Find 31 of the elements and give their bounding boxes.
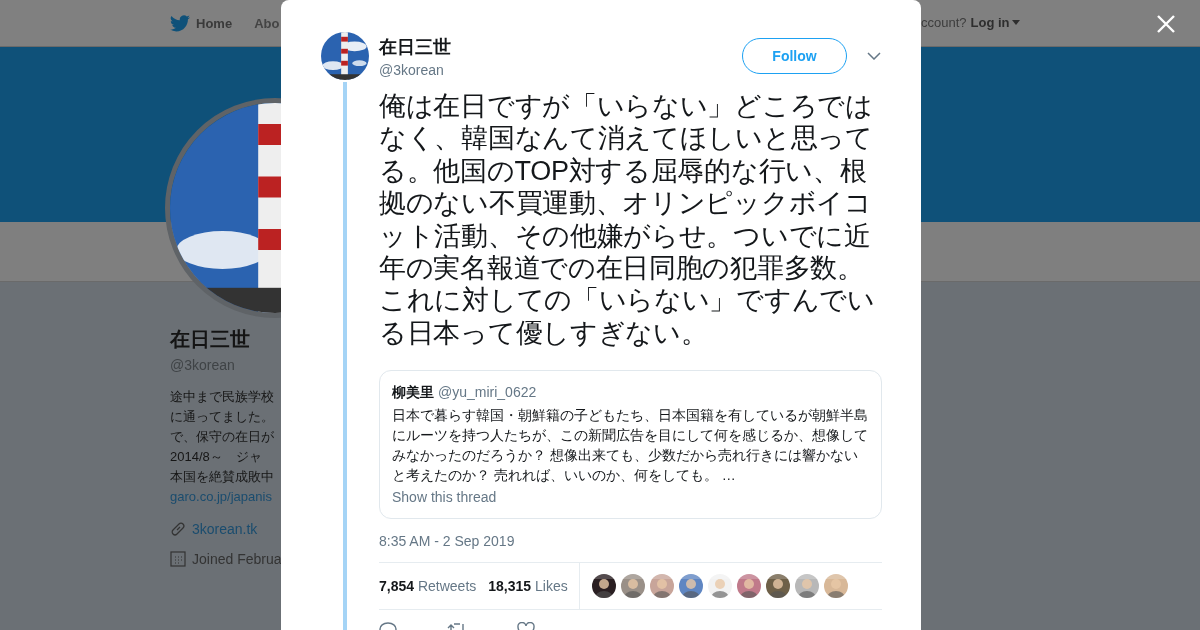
nav-link[interactable]: Abo (254, 15, 280, 31)
author-name: 在日三世 (379, 35, 452, 59)
joined-date: Joined Februa (192, 551, 282, 567)
tweet-text: 俺は在日ですが「いらない」どころではなく、韓国なんて消えてほしいと思ってる。他国のTOP対する屈辱的な行い、根拠のない不買運動、オリンピックボイコット活動、その他嫌がらせ。ついでに近年の実名報道での在日同胞の犯罪多数。これに対しての「いらない」ですんでいる日本って優しすぎない。 (379, 90, 876, 350)
stat-link[interactable]: 7,854 Retweets (379, 578, 477, 595)
login-link[interactable]: Log in (970, 15, 1020, 30)
bio-line: 途中まで民族学校 (170, 388, 274, 406)
nav-link[interactable]: Home (170, 14, 233, 32)
bio-line: 2014/8～ ジャ (170, 448, 262, 466)
caret-icon (1011, 20, 1020, 25)
account-prompt: ccount? (921, 15, 967, 30)
link-icon (170, 521, 186, 537)
close-icon[interactable] (1156, 14, 1176, 34)
stat-link[interactable]: 18,315 Likes (488, 578, 568, 595)
follow-button[interactable]: Follow (742, 38, 847, 74)
bio-line: 本国を絶賛成敗中 (170, 468, 274, 486)
website-link[interactable]: 3korean.tk (192, 519, 258, 539)
profile-name: 在日三世 (170, 327, 250, 352)
bio-link[interactable]: garo.co.jp/japanis (170, 487, 272, 507)
quote-text: 日本で暮らす韓国・朝鮮籍の子どもたち、日本国籍を有しているが朝鮮半島にルーツを持つ人たちが、この新聞広告を目にして何を感じるか、想像してみなかったのだろうか？ 想像出来ても、少数だから売れ行きには響かないと考えたのか？ 売れれば、いいのか、何をしても。 … (392, 406, 869, 486)
bio-line: で、保守の在日が (170, 428, 274, 446)
author-handle: @3korean (379, 61, 445, 78)
calendar-icon (170, 551, 186, 567)
quote-handle: @yu_miri_0622 (438, 384, 537, 401)
timestamp: 8:35 AM - 2 Sep 2019 (379, 533, 516, 550)
chevron-down-icon[interactable] (867, 52, 881, 60)
quote-author: 柳美里 (392, 384, 434, 403)
bird-icon (170, 14, 190, 32)
show-thread-link[interactable]: Show this thread (392, 489, 497, 506)
quoted-tweet[interactable]: 柳美里 @yu_miri_0622 日本で暮らす韓国・朝鮮籍の子どもたち、日本国籍を有しているが朝鮮半島にルーツを持つ人たちが、この新聞広告を目にして何を感じるか、想像してみなかったのだろうか？ 想像出来ても、少数だから売れ行きには響かないと考えたのか？ 売れれば、いいのか、何をしても。 … Show this thread (379, 370, 882, 520)
bio-line: に通ってました。 (170, 408, 274, 426)
